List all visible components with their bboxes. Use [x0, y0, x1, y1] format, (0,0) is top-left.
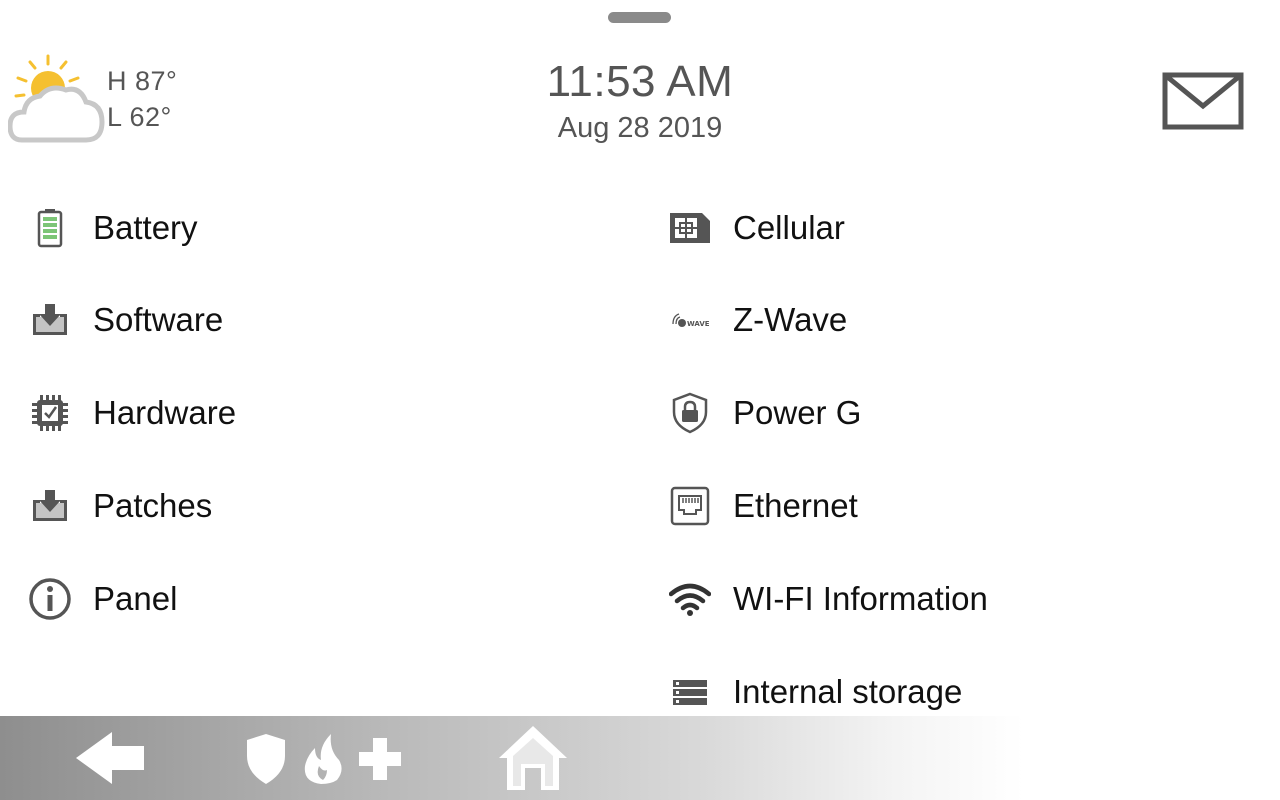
- partly-sunny-icon: [8, 54, 105, 143]
- menu-item-label: Z-Wave: [733, 301, 848, 338]
- messages-button[interactable]: [1162, 72, 1244, 135]
- info-icon: [28, 577, 72, 621]
- high-temperature: H 87°: [107, 66, 178, 96]
- menu-item-label: Cellular: [733, 209, 845, 246]
- wifi-icon: [668, 577, 712, 621]
- home-button[interactable]: [488, 716, 578, 800]
- current-time: 11:53 AM: [546, 57, 734, 106]
- ethernet-port-icon: [668, 484, 712, 528]
- clock: 11:53 AM Aug 28 2019: [440, 58, 840, 146]
- mail-icon: [1162, 72, 1244, 130]
- zwave-badge-text: WAVE: [687, 320, 710, 328]
- low-temperature: L 62°: [107, 102, 172, 132]
- menu-item-label: WI-FI Information: [733, 580, 988, 617]
- menu-item-cellular[interactable]: Cellular: [668, 200, 845, 256]
- menu-item-power-g[interactable]: Power G: [668, 385, 861, 441]
- menu-item-ethernet[interactable]: Ethernet: [668, 478, 858, 534]
- menu-item-panel[interactable]: Panel: [28, 571, 177, 627]
- menu-area: Battery Software Hardware Patches Panel …: [0, 160, 1280, 710]
- menu-item-wifi-information[interactable]: WI-FI Information: [668, 571, 988, 627]
- emergency-button[interactable]: [230, 716, 410, 800]
- shield-fire-medical-icon: [247, 734, 401, 784]
- menu-item-label: Hardware: [93, 394, 237, 431]
- chip-check-icon: [28, 391, 72, 435]
- menu-item-patches[interactable]: Patches: [28, 478, 212, 534]
- download-tray-icon: [28, 484, 72, 528]
- menu-item-label: Panel: [93, 580, 178, 617]
- menu-item-label: Ethernet: [733, 487, 858, 524]
- back-arrow-icon: [76, 732, 144, 784]
- weather-widget: H 87° L 62°: [8, 54, 208, 150]
- back-button[interactable]: [60, 716, 160, 800]
- menu-item-label: Software: [93, 301, 224, 338]
- menu-item-software[interactable]: Software: [28, 292, 223, 348]
- shield-lock-icon: [668, 391, 712, 435]
- menu-item-label: Internal storage: [733, 673, 963, 710]
- current-date: Aug 28 2019: [557, 112, 723, 144]
- pull-down-handle[interactable]: [608, 12, 671, 23]
- menu-item-label: Battery: [93, 209, 198, 246]
- download-tray-icon: [28, 298, 72, 342]
- bottom-nav-bar: [0, 716, 1280, 800]
- menu-item-label: Power G: [733, 394, 862, 431]
- battery-icon: [28, 206, 72, 250]
- menu-item-hardware[interactable]: Hardware: [28, 385, 236, 441]
- storage-icon: [668, 670, 712, 710]
- menu-item-label: Patches: [93, 487, 213, 524]
- sim-card-icon: [668, 206, 712, 250]
- zwave-icon: WAVE: [668, 298, 712, 342]
- menu-item-internal-storage[interactable]: Internal storage: [668, 664, 962, 710]
- home-icon: [499, 726, 567, 790]
- menu-item-zwave[interactable]: WAVE Z-Wave: [668, 292, 847, 348]
- menu-item-battery[interactable]: Battery: [28, 200, 198, 256]
